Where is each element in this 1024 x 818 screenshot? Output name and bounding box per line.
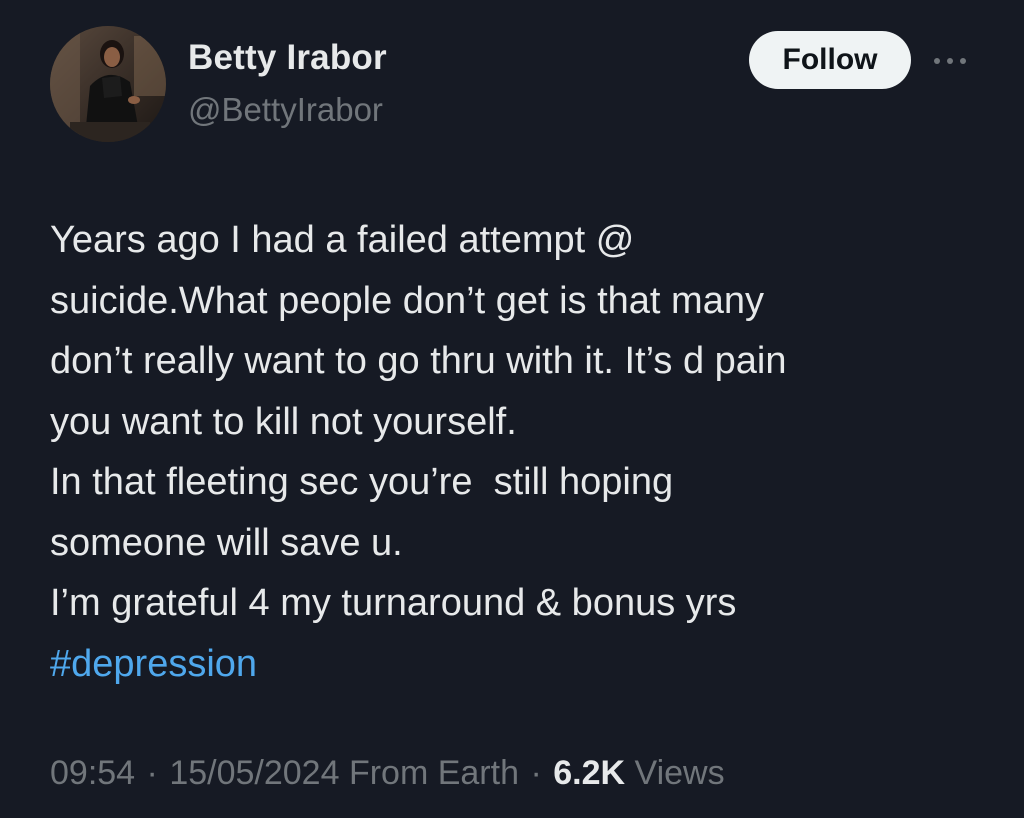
tweet-text: Years ago I had a failed attempt @ suici… xyxy=(50,210,980,694)
tweet-line: someone will save u. xyxy=(50,521,403,564)
tweet-line: you want to kill not yourself. xyxy=(50,400,517,443)
tweet-time[interactable]: 09:54 xyxy=(50,754,135,792)
tweet-date[interactable]: 15/05/2024 xyxy=(169,754,339,792)
tweet-meta: 09:54 · 15/05/2024 From Earth · 6.2K Vie… xyxy=(50,754,725,793)
tweet-line: Years ago I had a failed attempt @ xyxy=(50,219,635,261)
more-dot xyxy=(934,58,940,64)
tweet-line: I’m grateful 4 my turnaround & bonus yrs xyxy=(50,582,737,624)
tweet-line: In that fleeting sec you’re still hoping xyxy=(50,461,674,503)
more-dot xyxy=(960,58,966,64)
meta-separator: · xyxy=(146,754,158,792)
tweet-line: don’t really want to go thru with it. It… xyxy=(50,340,787,382)
tweet-line: suicide.What people don’t get is that ma… xyxy=(50,279,764,322)
avatar[interactable] xyxy=(50,26,166,142)
tweet-source: From Earth xyxy=(348,754,519,792)
hashtag-link[interactable]: #depression xyxy=(50,634,980,695)
more-horizontal-icon[interactable] xyxy=(928,44,972,78)
tweet-card: Betty Irabor @BettyIrabor Follow Years a… xyxy=(0,0,1024,818)
avatar-photo xyxy=(50,26,166,142)
views-count[interactable]: 6.2K xyxy=(553,754,625,792)
author-handle[interactable]: @BettyIrabor xyxy=(188,91,383,129)
meta-separator: · xyxy=(530,754,542,792)
more-dot xyxy=(947,58,953,64)
author-display-name[interactable]: Betty Irabor xyxy=(188,38,387,78)
follow-button[interactable]: Follow xyxy=(749,31,911,89)
views-label: Views xyxy=(634,754,725,792)
